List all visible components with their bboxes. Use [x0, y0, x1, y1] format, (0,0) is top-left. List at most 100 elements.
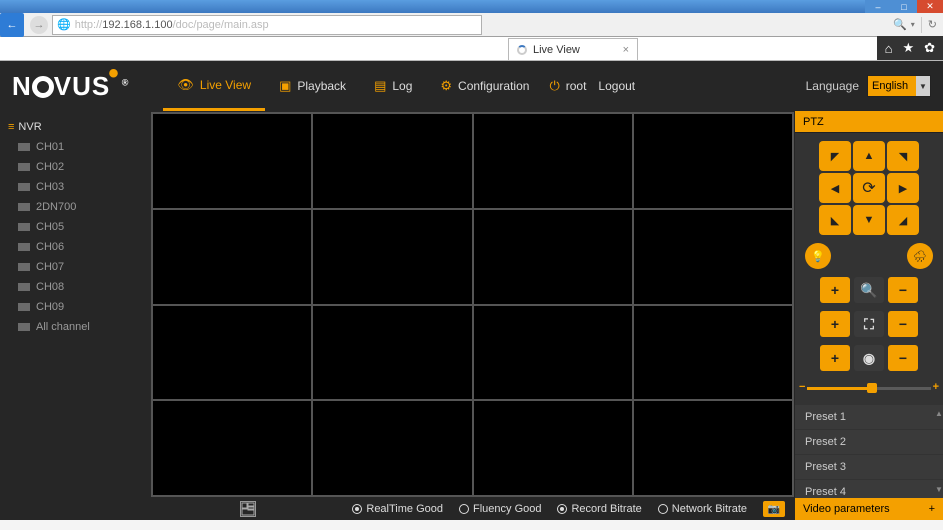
ptz-speed-slider[interactable]: − + [807, 381, 931, 395]
loading-icon [517, 45, 527, 55]
video-cell[interactable] [152, 209, 312, 305]
video-cell[interactable] [312, 400, 472, 496]
viewer-area: RealTime Good Fluency Good Record Bitrat… [150, 111, 795, 520]
video-cell[interactable] [152, 400, 312, 496]
search-icon[interactable]: 🔍 [893, 18, 907, 31]
ptz-panel: PTZ ◤ ▲ ◥ ◀ ⟳ ▶ ◣ ▼ ◢ 💡 🌧 + 🔍 − [795, 111, 943, 520]
preset-3[interactable]: Preset 3 [795, 455, 943, 480]
browser-url-field[interactable]: 🌐 http:// 192.168.1.100 /doc/page/main.a… [52, 15, 482, 35]
light-icon: 💡 [811, 250, 825, 263]
channel-all[interactable]: All channel [0, 317, 150, 337]
channel-ch08[interactable]: CH08 [0, 277, 150, 297]
video-cell[interactable] [633, 400, 793, 496]
opt-record-bitrate[interactable]: Record Bitrate [557, 503, 641, 515]
browser-tab-liveview[interactable]: Live View × [508, 38, 638, 60]
video-cell[interactable] [312, 113, 472, 209]
radio-icon [352, 504, 362, 514]
window-minimize-button[interactable]: – [865, 0, 891, 13]
channel-ch09[interactable]: CH09 [0, 297, 150, 317]
power-icon: ⏻ [549, 78, 559, 94]
nav-playback[interactable]: ▣ Playback [265, 61, 360, 111]
favorites-icon[interactable]: ★ [902, 40, 914, 56]
radio-icon [459, 504, 469, 514]
video-cell[interactable] [633, 209, 793, 305]
ptz-header[interactable]: PTZ [795, 111, 943, 133]
focus-out-button[interactable]: − [888, 311, 918, 337]
nav-logout[interactable]: Logout [592, 61, 641, 111]
language-select[interactable]: English ▼ [867, 75, 931, 97]
zoom-in-button[interactable]: + [820, 277, 850, 303]
channel-ch02[interactable]: CH02 [0, 157, 150, 177]
preset-4[interactable]: Preset 4 [795, 480, 943, 498]
scrollbar[interactable]: ▲▼ [935, 409, 941, 494]
ptz-light-button[interactable]: 💡 [805, 243, 831, 269]
ptz-up-left-button[interactable]: ◤ [819, 141, 851, 171]
opt-label: Fluency Good [473, 503, 541, 515]
camera-icon [18, 223, 30, 231]
channel-label: CH06 [36, 241, 64, 253]
ptz-down-right-button[interactable]: ◢ [887, 205, 919, 235]
opt-realtime-good[interactable]: RealTime Good [352, 503, 443, 515]
home-icon[interactable]: ⌂ [885, 41, 893, 56]
video-cell[interactable] [473, 209, 633, 305]
ptz-wiper-button[interactable]: 🌧 [907, 243, 933, 269]
tab-close-icon[interactable]: × [623, 44, 629, 56]
nav-user[interactable]: ⏻ root [543, 61, 592, 111]
snapshot-button[interactable]: 📷 [763, 501, 785, 517]
browser-forward-button[interactable]: → [30, 16, 48, 34]
video-cell[interactable] [633, 305, 793, 401]
channel-label: CH08 [36, 281, 64, 293]
iris-out-button[interactable]: − [888, 345, 918, 371]
iris-icon: ◉ [854, 345, 884, 371]
window-titlebar: – □ ✕ [0, 0, 943, 13]
tree-root-label: NVR [18, 121, 41, 133]
channel-2dn700[interactable]: 2DN700 [0, 197, 150, 217]
video-cell[interactable] [152, 305, 312, 401]
log-icon: ▤ [374, 78, 386, 94]
nav-log[interactable]: ▤ Log [360, 61, 426, 111]
channel-ch03[interactable]: CH03 [0, 177, 150, 197]
video-cell[interactable] [633, 113, 793, 209]
nav-live-view[interactable]: 👁 Live View [163, 61, 265, 111]
layout-selector-icon[interactable] [240, 501, 256, 517]
minus-icon: − [799, 381, 805, 393]
focus-in-button[interactable]: + [820, 311, 850, 337]
ptz-down-left-button[interactable]: ◣ [819, 205, 851, 235]
window-maximize-button[interactable]: □ [891, 0, 917, 13]
zoom-out-button[interactable]: − [888, 277, 918, 303]
preset-2[interactable]: Preset 2 [795, 430, 943, 455]
channel-ch07[interactable]: CH07 [0, 257, 150, 277]
browser-back-button[interactable]: ← [0, 13, 24, 37]
video-cell[interactable] [312, 209, 472, 305]
ptz-auto-button[interactable]: ⟳ [853, 173, 885, 203]
tree-root-nvr[interactable]: ≡ NVR [0, 117, 150, 137]
video-cell[interactable] [152, 113, 312, 209]
nav-configuration[interactable]: ⚙ Configuration [426, 61, 543, 111]
plus-icon: + [933, 381, 939, 393]
iris-in-button[interactable]: + [820, 345, 850, 371]
ptz-up-button[interactable]: ▲ [853, 141, 885, 171]
preset-1[interactable]: Preset 1 [795, 405, 943, 430]
novus-logo: NVUS•® [12, 71, 129, 102]
ptz-up-right-button[interactable]: ◥ [887, 141, 919, 171]
ptz-left-button[interactable]: ◀ [819, 173, 851, 203]
video-cell[interactable] [473, 113, 633, 209]
camera-icon [18, 303, 30, 311]
channel-ch06[interactable]: CH06 [0, 237, 150, 257]
video-cell[interactable] [473, 305, 633, 401]
channel-ch05[interactable]: CH05 [0, 217, 150, 237]
video-cell[interactable] [312, 305, 472, 401]
video-parameters-header[interactable]: Video parameters + [795, 498, 943, 520]
channel-ch01[interactable]: CH01 [0, 137, 150, 157]
ptz-down-button[interactable]: ▼ [853, 205, 885, 235]
refresh-icon[interactable]: ↻ [928, 18, 937, 31]
ptz-focus-row: + ⛶ − [803, 311, 935, 337]
logo-vus: VUS [54, 71, 110, 101]
opt-fluency-good[interactable]: Fluency Good [459, 503, 541, 515]
settings-icon[interactable]: ✿ [924, 40, 935, 56]
video-cell[interactable] [473, 400, 633, 496]
window-close-button[interactable]: ✕ [917, 0, 943, 13]
opt-network-bitrate[interactable]: Network Bitrate [658, 503, 747, 515]
camera-icon [18, 263, 30, 271]
ptz-right-button[interactable]: ▶ [887, 173, 919, 203]
